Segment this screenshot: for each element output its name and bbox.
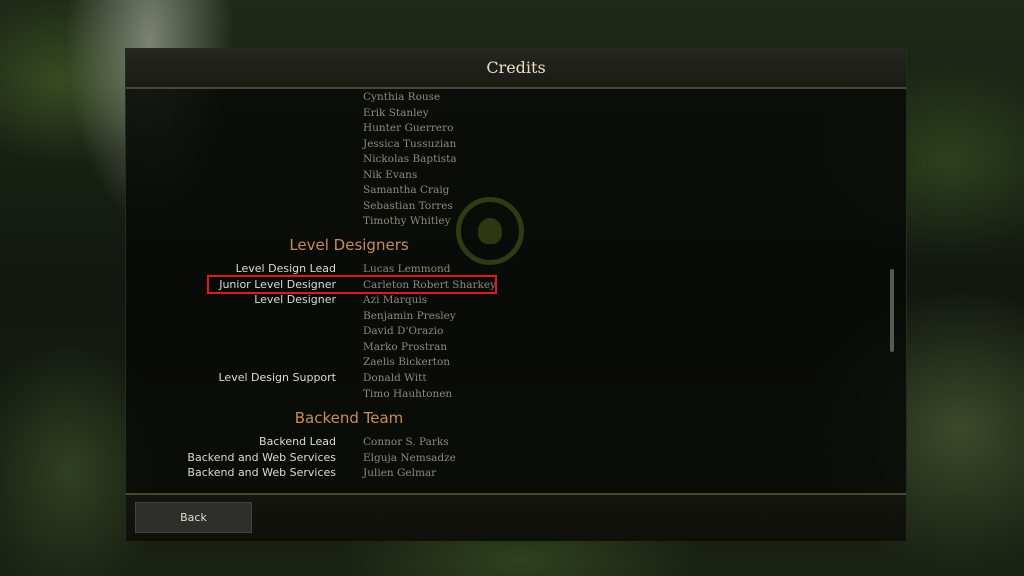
credit-name: Sebastian Torres bbox=[363, 199, 453, 212]
credit-row: Backend Lead Connor S. Parks bbox=[126, 434, 906, 450]
scrollbar-thumb[interactable] bbox=[890, 269, 894, 352]
credit-row: Benjamin Presley bbox=[126, 308, 906, 324]
section-title-level-designers: Level Designers bbox=[289, 236, 409, 254]
footer-bar: Back bbox=[126, 493, 906, 541]
credit-name: Zaelis Bickerton bbox=[363, 356, 451, 368]
credit-name: Marko Prostran bbox=[363, 340, 448, 353]
credit-row: Backend and Web Services Julien Gelmar bbox=[126, 465, 906, 481]
credit-row: David D'Orazio bbox=[126, 323, 906, 339]
credit-name: Cynthia Rouse bbox=[363, 91, 441, 103]
page-title: Credits bbox=[486, 58, 546, 77]
credit-name: Hunter Guerrero bbox=[363, 122, 454, 134]
credit-name: Timothy Whitley bbox=[363, 215, 451, 227]
credit-name: Connor S. Parks bbox=[363, 436, 449, 448]
credit-role: Backend Lead bbox=[259, 435, 336, 448]
credit-role: Level Designer bbox=[254, 293, 336, 306]
credit-row: Timo Hauhtonen bbox=[126, 386, 906, 402]
credits-panel: Credits Cynthia Rouse Erik Stanley Hunte… bbox=[125, 48, 907, 541]
credit-row: Marko Prostran bbox=[126, 339, 906, 355]
credit-name: Carleton Robert Sharkey bbox=[363, 278, 497, 291]
credit-name: Samantha Craig bbox=[363, 184, 450, 196]
credit-name: Nik Evans bbox=[363, 168, 418, 181]
credit-name: Lucas Lemmond bbox=[363, 263, 451, 275]
credit-row: Level Design Support Donald Witt bbox=[126, 370, 906, 386]
credits-scroll-area[interactable]: Cynthia Rouse Erik Stanley Hunter Guerre… bbox=[126, 89, 906, 493]
credit-name: Azi Marquis bbox=[363, 294, 428, 306]
credit-name: Timo Hauhtonen bbox=[363, 387, 453, 400]
credit-name: Benjamin Presley bbox=[363, 309, 456, 322]
credit-role: Backend and Web Services bbox=[187, 466, 336, 479]
credit-name: Julien Gelmar bbox=[363, 467, 437, 479]
credit-role: Level Design Lead bbox=[235, 262, 336, 275]
credit-row-highlighted: Junior Level Designer Carleton Robert Sh… bbox=[126, 277, 906, 293]
credit-row: Level Design Lead Lucas Lemmond bbox=[126, 261, 906, 277]
section-title-backend-team: Backend Team bbox=[294, 409, 404, 427]
back-button[interactable]: Back bbox=[135, 502, 252, 533]
credit-role: Junior Level Designer bbox=[219, 277, 336, 291]
credit-row: Zaelis Bickerton bbox=[126, 354, 906, 370]
credit-name: Elguja Nemsadze bbox=[363, 451, 456, 464]
credit-role: Backend and Web Services bbox=[187, 450, 336, 464]
credit-name: Donald Witt bbox=[363, 372, 427, 384]
title-bar: Credits bbox=[126, 49, 906, 89]
credit-row: Level Designer Azi Marquis bbox=[126, 292, 906, 308]
credit-name: Nickolas Baptista bbox=[363, 153, 457, 165]
credit-row: Backend and Web Services Elguja Nemsadze bbox=[126, 450, 906, 466]
credit-name: Erik Stanley bbox=[363, 106, 429, 119]
credit-name: David D'Orazio bbox=[363, 325, 444, 337]
credit-role: Level Design Support bbox=[218, 371, 337, 384]
credit-name: Jessica Tussuzian bbox=[363, 137, 457, 150]
